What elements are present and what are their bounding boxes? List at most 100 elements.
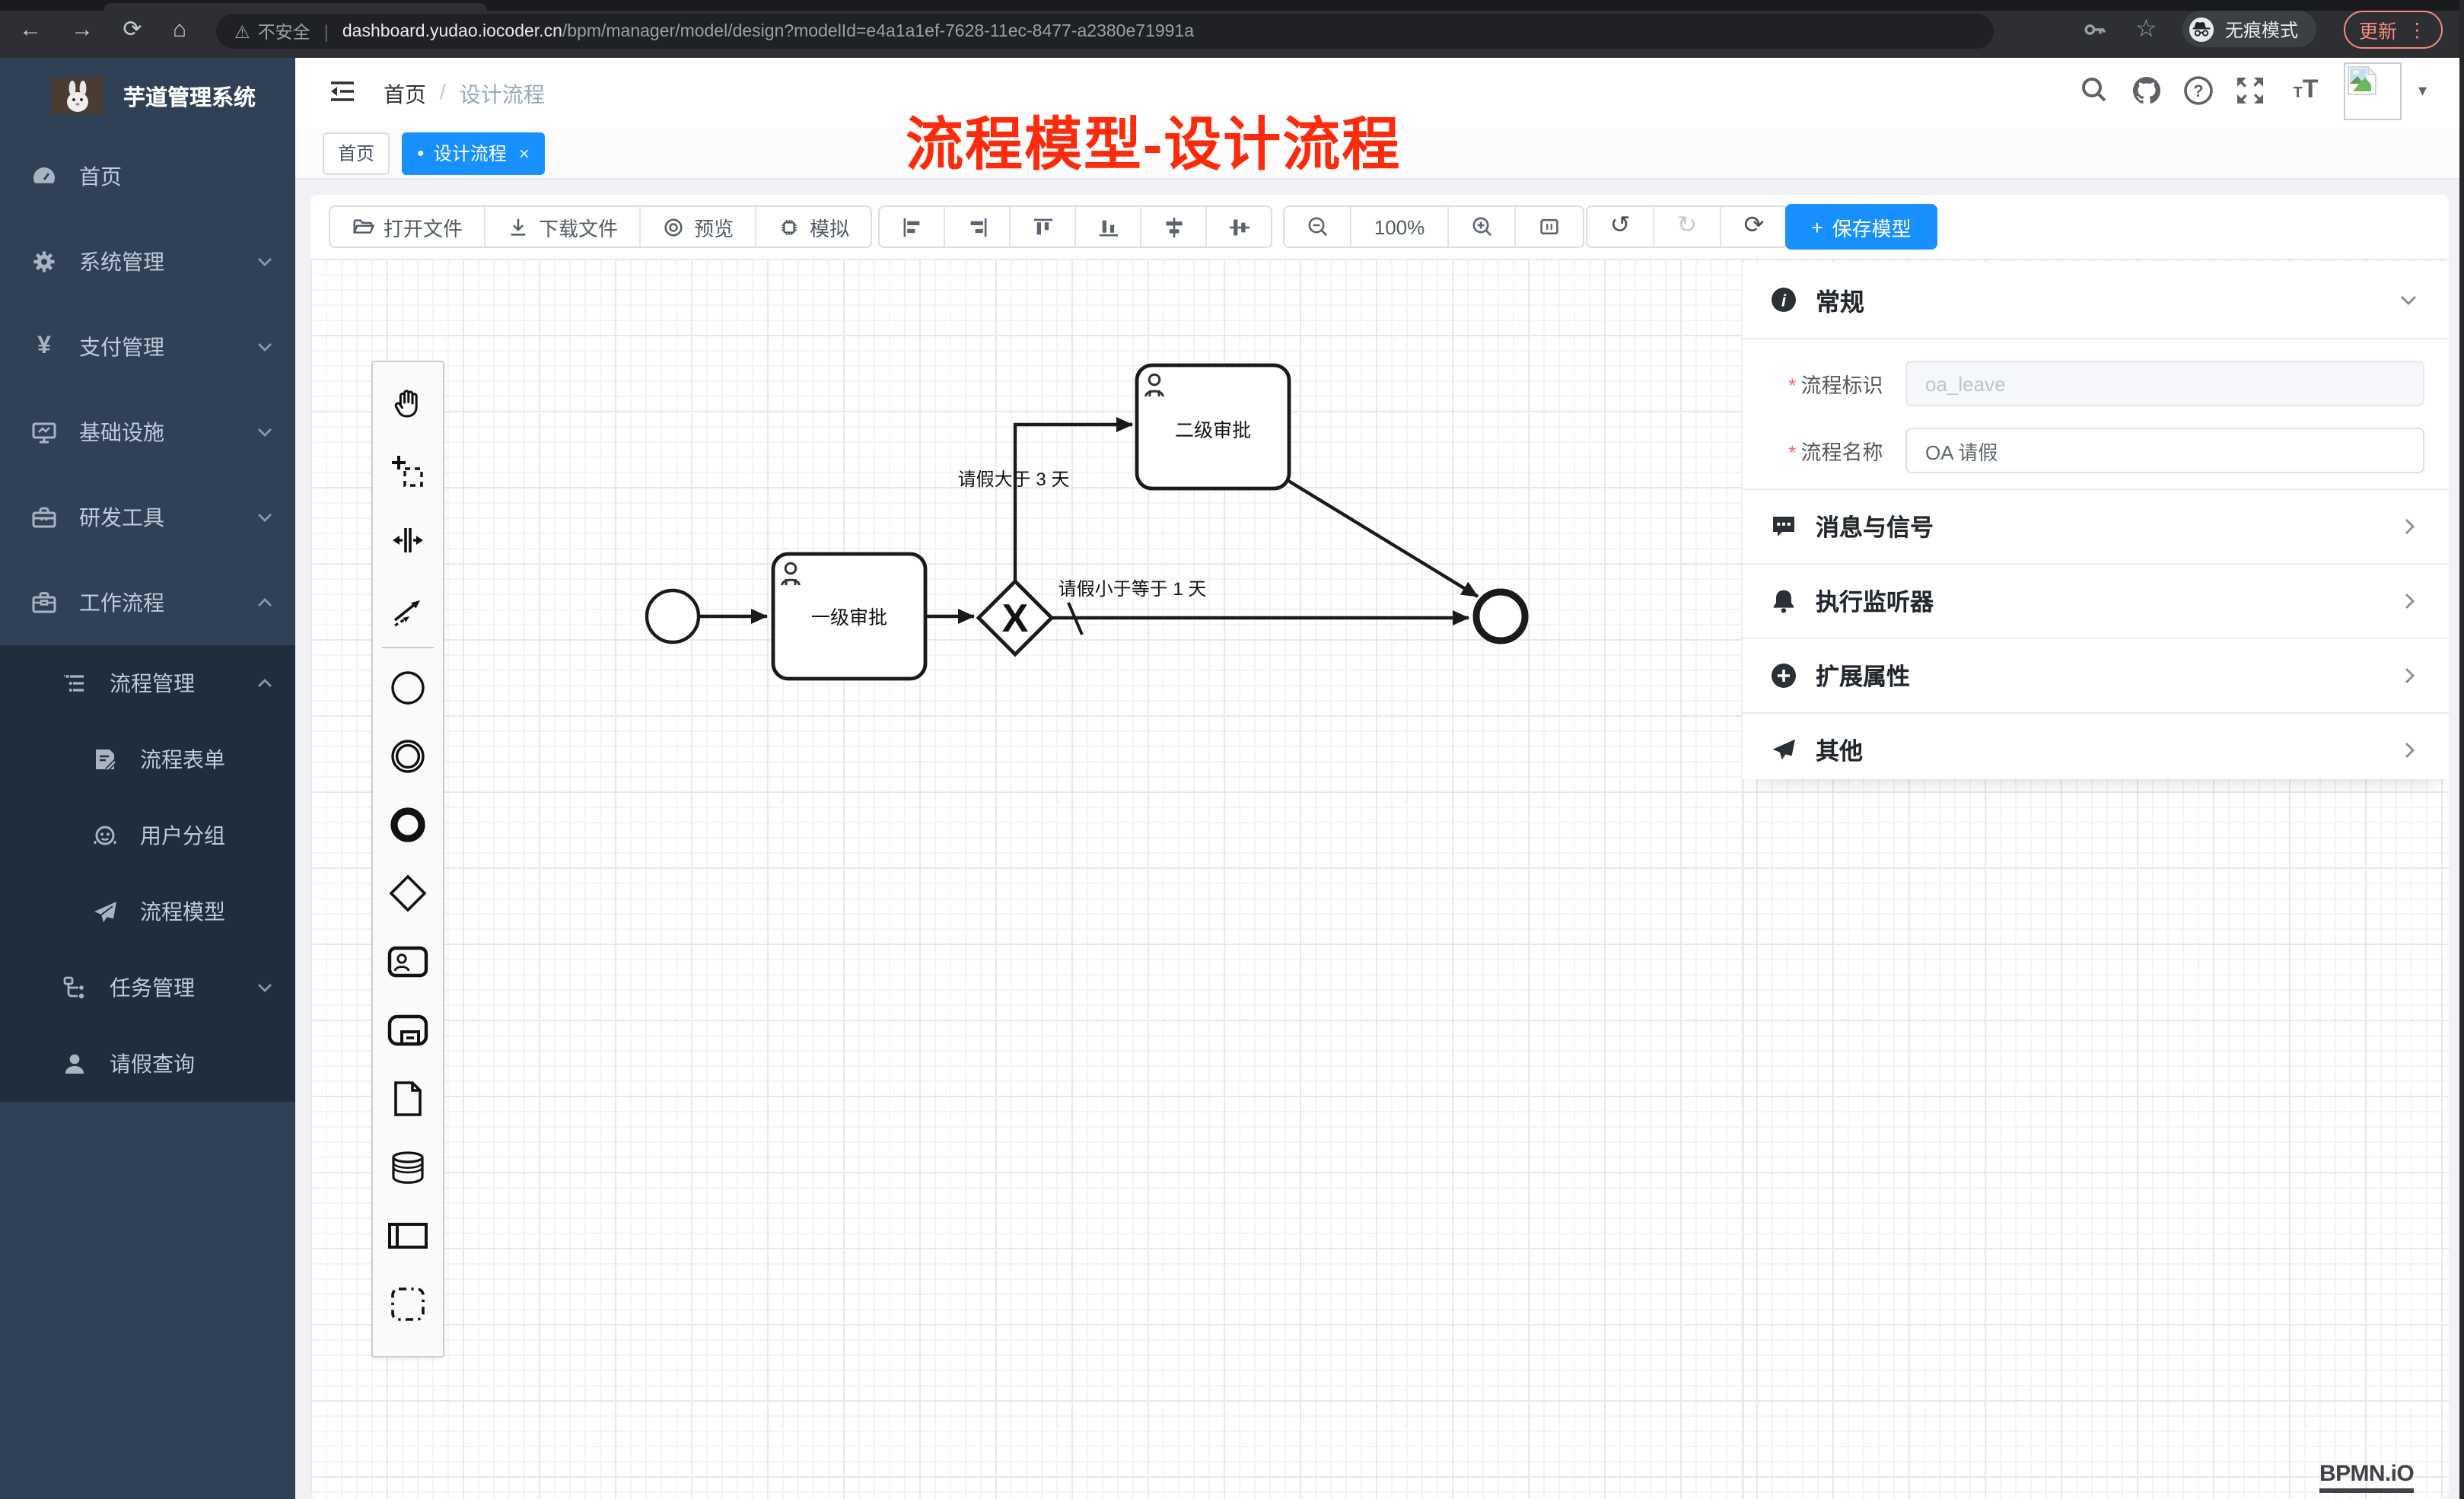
restart-icon[interactable]: ⟳ <box>1721 207 1787 247</box>
update-label: 更新 <box>2359 14 2397 43</box>
browser-home-button[interactable]: ⌂ <box>161 12 198 49</box>
application-window: ← → ⟳ ⌂ ⚠ 不安全 | dashboard.yudao.iocoder.… <box>0 0 2464 1499</box>
button-label: 下载文件 <box>539 212 618 241</box>
font-size-icon[interactable]: TT <box>2286 75 2326 111</box>
end-event[interactable] <box>1476 592 1525 641</box>
align-middle-icon[interactable] <box>1141 207 1207 247</box>
svg-text:i: i <box>1781 291 1787 310</box>
section-label: 常规 <box>1816 282 1864 318</box>
section-general[interactable]: i 常规 <box>1743 262 2449 339</box>
process-name-input[interactable] <box>1905 428 2424 473</box>
browser-active-tab[interactable] <box>103 3 487 11</box>
dashboard-icon <box>30 163 58 190</box>
address-bar[interactable]: ⚠ 不安全 | dashboard.yudao.iocoder.cn/bpm/m… <box>216 14 1994 49</box>
incognito-icon <box>2189 16 2214 42</box>
yen-icon: ¥ <box>30 333 58 361</box>
align-bottom-icon[interactable] <box>1076 207 1141 247</box>
section-execution-listener[interactable]: 执行监听器 <box>1743 565 2449 639</box>
zoom-out-icon[interactable] <box>1285 207 1351 247</box>
redo-icon[interactable]: ↻ <box>1654 207 1721 247</box>
process-key-input[interactable] <box>1905 361 2424 406</box>
sidebar-item-label: 首页 <box>79 161 122 192</box>
browser-back-button[interactable]: ← <box>12 12 49 49</box>
sidebar-item-system[interactable]: 系统管理 <box>0 219 295 304</box>
section-message-signal[interactable]: 消息与信号 <box>1743 490 2449 565</box>
designer-card: 打开文件 下载文件 预览 模拟 <box>310 195 2449 1499</box>
browser-update-button[interactable]: 更新 ⋮ <box>2344 0 2442 58</box>
process-key-label: *流程标识 <box>1788 368 1883 399</box>
undo-icon[interactable]: ↺ <box>1587 207 1654 247</box>
align-left-icon[interactable] <box>880 207 945 247</box>
open-file-button[interactable]: 打开文件 <box>330 207 485 247</box>
sidebar-item-payment[interactable]: ¥ 支付管理 <box>0 304 295 390</box>
chevron-down-icon <box>256 979 274 997</box>
paper-plane-icon <box>1770 737 1797 764</box>
sidebar-item-process-management[interactable]: 流程管理 <box>0 645 295 721</box>
button-label: 保存模型 <box>1832 212 1912 241</box>
browser-menu-icon[interactable]: ⋮ <box>2408 18 2427 40</box>
avatar[interactable] <box>2344 62 2402 120</box>
briefcase-icon <box>30 589 58 616</box>
breadcrumb-home[interactable]: 首页 <box>384 79 426 110</box>
section-extended-properties[interactable]: 扩展属性 <box>1743 639 2449 714</box>
tag-design-process[interactable]: ● 设计流程 × <box>402 132 545 174</box>
sidebar-item-leave-query[interactable]: 请假查询 <box>0 1026 295 1102</box>
chevron-down-icon <box>2399 290 2418 310</box>
tag-home[interactable]: 首页 <box>323 132 390 174</box>
section-label: 消息与信号 <box>1816 510 1934 543</box>
fullscreen-icon[interactable] <box>2234 75 2274 111</box>
sidebar-item-workflow[interactable]: 工作流程 <box>0 560 295 645</box>
button-label: 预览 <box>694 212 734 241</box>
sidebar-item-user-group[interactable]: 用户分组 <box>0 797 295 874</box>
section-other[interactable]: 其他 <box>1743 714 2449 787</box>
preview-button[interactable]: 预览 <box>641 207 756 247</box>
github-icon[interactable] <box>2131 75 2170 111</box>
broken-image-icon <box>2347 65 2377 96</box>
plus-icon: + <box>1811 215 1823 238</box>
bell-icon <box>1770 587 1797 615</box>
align-top-icon[interactable] <box>1011 207 1076 247</box>
sidebar-item-task-management[interactable]: 任务管理 <box>0 950 295 1026</box>
monitor-icon <box>30 419 58 446</box>
tag-close-icon[interactable]: × <box>519 142 530 164</box>
form-edit-icon <box>91 746 119 773</box>
bookmark-star-icon[interactable]: ☆ <box>2135 0 2157 58</box>
save-model-button[interactable]: + 保存模型 <box>1785 204 1937 250</box>
flow-gateway-to-task2[interactable] <box>1015 425 1132 581</box>
avatar-caret-icon[interactable]: ▾ <box>2418 81 2427 100</box>
sidebar-item-home[interactable]: 首页 <box>0 134 295 219</box>
browser-forward-button[interactable]: → <box>64 12 100 49</box>
not-secure-badge[interactable]: ⚠ 不安全 <box>234 19 310 43</box>
sidebar-item-process-form[interactable]: 流程表单 <box>0 721 295 797</box>
flow-label-le1: 请假小于等于 1 天 <box>1059 579 1207 600</box>
download-file-button[interactable]: 下载文件 <box>485 207 641 247</box>
general-form: *流程标识 *流程名称 <box>1743 339 2449 490</box>
help-icon[interactable]: ? <box>2182 75 2222 111</box>
password-key-icon[interactable] <box>2082 0 2108 58</box>
start-event[interactable] <box>647 590 699 642</box>
sidebar-item-devtools[interactable]: 研发工具 <box>0 475 295 560</box>
sidebar: 芋道管理系统 首页 系统管理 ¥ 支付管理 基础设施 研发工具 工作 <box>0 58 295 1499</box>
sidebar-item-process-model[interactable]: 流程模型 <box>0 874 295 950</box>
bpmn-io-logo[interactable]: BPMN.iO <box>2319 1461 2414 1493</box>
align-right-icon[interactable] <box>945 207 1011 247</box>
flow-label-gt3: 请假大于 3 天 <box>958 469 1070 490</box>
zoom-reset-icon[interactable] <box>1516 207 1583 247</box>
flow-task2-to-end[interactable] <box>1286 479 1478 597</box>
simulate-button[interactable]: 模拟 <box>756 207 871 247</box>
active-dot-icon: ● <box>417 147 425 159</box>
chevron-right-icon <box>2400 667 2418 685</box>
paper-plane-icon <box>91 898 119 925</box>
download-icon <box>507 215 530 238</box>
zoom-in-icon[interactable] <box>1449 207 1516 247</box>
bpmn-canvas[interactable]: 一级审批 X 二级审批 请假大于 3 天 请假小于等于 1 天 i 常规 <box>310 259 2449 1499</box>
align-center-icon[interactable] <box>1207 207 1271 247</box>
zoom-level: 100% <box>1351 207 1449 247</box>
branch-icon <box>61 974 88 1001</box>
browser-reload-button[interactable]: ⟳ <box>114 12 151 49</box>
history-button-group: ↺ ↻ ⟳ <box>1586 205 1788 248</box>
search-icon[interactable] <box>2079 75 2119 111</box>
sidebar-logo[interactable]: 芋道管理系统 <box>0 58 295 134</box>
sidebar-collapse-icon[interactable] <box>329 78 356 105</box>
sidebar-item-infrastructure[interactable]: 基础设施 <box>0 390 295 475</box>
